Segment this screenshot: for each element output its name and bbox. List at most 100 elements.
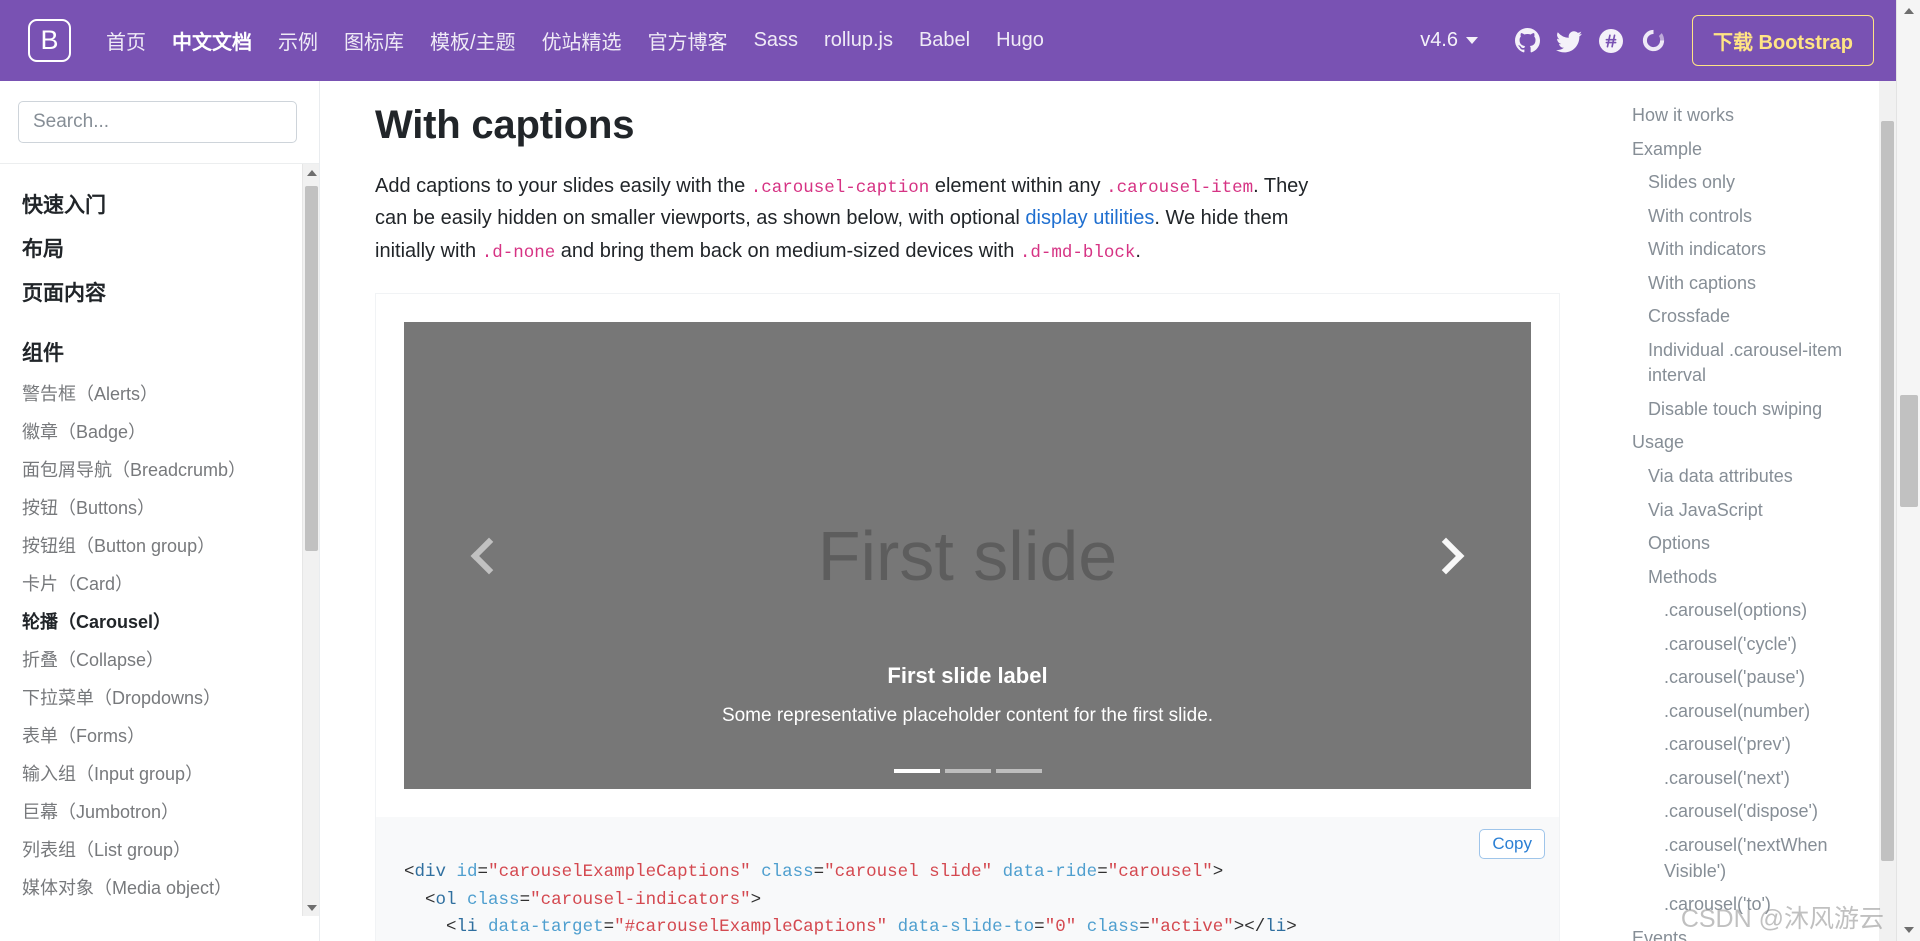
toc-item-3[interactable]: With controls <box>1600 200 1896 234</box>
toc-item-20[interactable]: .carousel('dispose') <box>1600 795 1896 829</box>
browser-scrollbar[interactable] <box>1896 0 1920 941</box>
nav-link-7[interactable]: Sass <box>741 23 811 58</box>
nav-link-10[interactable]: Hugo <box>983 23 1057 58</box>
carousel-indicator-2[interactable] <box>995 769 1042 774</box>
code-carousel-caption: .carousel-caption <box>750 178 930 198</box>
main-content: With captions Add captions to your slide… <box>320 81 1600 941</box>
toc-item-15[interactable]: .carousel('cycle') <box>1600 628 1896 662</box>
nav-link-1[interactable]: 中文文档 <box>159 20 265 61</box>
carousel-with-captions: First slide First slide label Some repre… <box>404 322 1531 790</box>
sidebar-group-3[interactable]: 组件 <box>0 330 319 374</box>
slack-icon[interactable] <box>1590 20 1632 62</box>
version-dropdown[interactable]: v4.6 <box>1406 23 1492 58</box>
sidebar-item-3-4[interactable]: 按钮组（Button group） <box>0 526 319 564</box>
left-sidebar: 快速入门布局页面内容组件警告框（Alerts）徽章（Badge）面包屑导航（Br… <box>0 81 320 941</box>
download-bootstrap-button[interactable]: 下载 Bootstrap <box>1692 15 1874 66</box>
toc-item-19[interactable]: .carousel('next') <box>1600 762 1896 796</box>
chevron-right-icon <box>1428 537 1465 575</box>
opencollective-icon[interactable] <box>1632 20 1674 62</box>
toc-item-13[interactable]: Methods <box>1600 561 1896 595</box>
sidebar-item-3-1[interactable]: 徽章（Badge） <box>0 412 319 450</box>
toc-scroll-thumb[interactable] <box>1881 121 1894 861</box>
carousel-caption-text: Some representative placeholder content … <box>721 705 1214 727</box>
toc-item-12[interactable]: Options <box>1600 527 1896 561</box>
nav-link-0[interactable]: 首页 <box>93 20 159 61</box>
toc-item-23[interactable]: Events <box>1600 922 1896 941</box>
para-seg-1: Add captions to your slides easily with … <box>375 175 751 197</box>
carousel-next-button[interactable] <box>1362 322 1531 789</box>
sidebar-group-2[interactable]: 页面内容 <box>0 270 319 314</box>
toc-item-6[interactable]: Crossfade <box>1600 300 1896 334</box>
nav-link-4[interactable]: 模板/主题 <box>417 20 529 61</box>
sidebar-item-3-5[interactable]: 卡片（Card） <box>0 564 319 602</box>
toc-item-14[interactable]: .carousel(options) <box>1600 594 1896 628</box>
scroll-down-arrow-icon[interactable] <box>303 899 319 916</box>
sidebar-item-3-0[interactable]: 警告框（Alerts） <box>0 374 319 412</box>
nav-link-9[interactable]: Babel <box>906 23 983 58</box>
browser-scroll-up-icon[interactable] <box>1897 0 1920 22</box>
toc-scrollbar[interactable] <box>1879 81 1896 941</box>
sidebar-item-3-11[interactable]: 巨幕（Jumbotron） <box>0 792 319 830</box>
toc-item-10[interactable]: Via data attributes <box>1600 460 1896 494</box>
toc-item-0[interactable]: How it works <box>1600 99 1896 133</box>
sidebar-item-3-13[interactable]: 媒体对象（Media object） <box>0 868 319 906</box>
toc-item-4[interactable]: With indicators <box>1600 233 1896 267</box>
code-line-3: <li data-target="#carouselExampleCaption… <box>446 917 1297 938</box>
toc-item-1[interactable]: Example <box>1600 133 1896 167</box>
carousel-caption-title: First slide label <box>887 663 1048 689</box>
sidebar-item-3-7[interactable]: 折叠（Collapse） <box>0 640 319 678</box>
sidebar-scroll-thumb[interactable] <box>305 186 318 551</box>
sidebar-item-3-2[interactable]: 面包屑导航（Breadcrumb） <box>0 450 319 488</box>
version-label: v4.6 <box>1420 29 1458 51</box>
sidebar-group-1[interactable]: 布局 <box>0 226 319 270</box>
sidebar-item-3-14[interactable]: 模态框（Modal） <box>0 906 319 916</box>
sidebar-item-3-8[interactable]: 下拉菜单（Dropdowns） <box>0 678 319 716</box>
search-input[interactable] <box>18 101 297 143</box>
code-d-none: .d-none <box>481 242 556 263</box>
display-utilities-link[interactable]: display utilities <box>1025 207 1154 229</box>
sidebar-item-3-3[interactable]: 按钮（Buttons） <box>0 488 319 526</box>
sidebar-item-3-12[interactable]: 列表组（List group） <box>0 830 319 868</box>
toc-item-5[interactable]: With captions <box>1600 267 1896 301</box>
toc-item-11[interactable]: Via JavaScript <box>1600 494 1896 528</box>
scroll-up-arrow-icon[interactable] <box>303 164 319 181</box>
nav-link-2[interactable]: 示例 <box>265 20 331 61</box>
sidebar-item-3-6[interactable]: 轮播（Carousel） <box>0 602 319 640</box>
nav-link-6[interactable]: 官方博客 <box>635 20 741 61</box>
bootstrap-logo[interactable]: B <box>28 19 71 62</box>
sidebar-scrollbar[interactable] <box>302 164 319 916</box>
chevron-down-icon <box>1466 37 1478 44</box>
toc-item-21[interactable]: .carousel('nextWhen Visible') <box>1600 829 1896 888</box>
toc-item-2[interactable]: Slides only <box>1600 166 1896 200</box>
toc-item-17[interactable]: .carousel(number) <box>1600 695 1896 729</box>
nav-link-5[interactable]: 优站精选 <box>529 20 635 61</box>
browser-scroll-down-icon[interactable] <box>1897 919 1920 941</box>
carousel-indicator-1[interactable] <box>944 769 991 774</box>
code-line-2: <ol class="carousel-indicators"> <box>425 889 762 910</box>
carousel-caption: First slide label Some representative pl… <box>573 663 1362 727</box>
sidebar-item-3-9[interactable]: 表单（Forms） <box>0 716 319 754</box>
nav-link-8[interactable]: rollup.js <box>811 23 906 58</box>
browser-scroll-thumb[interactable] <box>1900 395 1918 507</box>
code-carousel-item: .carousel-item <box>1106 178 1254 198</box>
copy-button[interactable]: Copy <box>1479 829 1545 860</box>
carousel-prev-button[interactable] <box>404 322 573 789</box>
toc-item-9[interactable]: Usage <box>1600 426 1896 460</box>
nav-link-3[interactable]: 图标库 <box>331 20 417 61</box>
search-container <box>0 81 319 164</box>
navbar-right: v4.6 下载 Bootstrap <box>1406 15 1874 66</box>
toc-item-16[interactable]: .carousel('pause') <box>1600 661 1896 695</box>
toc-item-8[interactable]: Disable touch swiping <box>1600 393 1896 427</box>
toc-item-22[interactable]: .carousel('to') <box>1600 888 1896 922</box>
code-snippet-block: Copy <div id="carouselExampleCaptions" c… <box>375 817 1560 941</box>
top-navbar: B 首页 中文文档 示例 图标库 模板/主题 优站精选 官方博客 Sass rollup.js B… <box>0 0 1896 81</box>
toc-item-18[interactable]: .carousel('prev') <box>1600 728 1896 762</box>
sidebar-group-0[interactable]: 快速入门 <box>0 182 319 226</box>
toc-item-7[interactable]: Individual .carousel-item interval <box>1600 334 1896 393</box>
carousel-indicator-0[interactable] <box>893 769 940 774</box>
twitter-icon[interactable] <box>1548 20 1590 62</box>
sidebar-item-3-10[interactable]: 输入组（Input group） <box>0 754 319 792</box>
page-title: With captions <box>375 103 635 147</box>
github-icon[interactable] <box>1506 20 1548 62</box>
